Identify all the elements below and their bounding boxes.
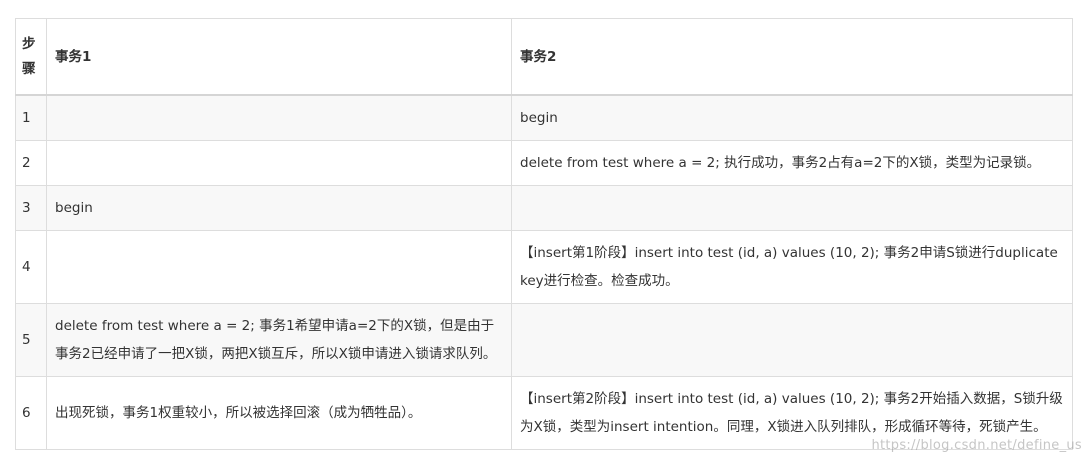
- cell-step: 5: [15, 303, 47, 377]
- cell-transaction-2: begin: [511, 94, 1073, 141]
- cell-step: 6: [15, 376, 47, 450]
- table-row: 3 begin: [15, 185, 1073, 231]
- cell-step: 2: [15, 140, 47, 186]
- cell-transaction-1: [46, 230, 512, 304]
- watermark: https://blog.csdn.net/define_us: [871, 438, 1082, 453]
- header-step: 步骤: [15, 18, 47, 96]
- table-row: 5 delete from test where a = 2; 事务1希望申请a…: [15, 303, 1073, 377]
- cell-transaction-2: [511, 185, 1073, 231]
- cell-transaction-1: 出现死锁，事务1权重较小，所以被选择回滚（成为牺牲品）。: [46, 376, 512, 450]
- table-row: 1 begin: [15, 94, 1073, 141]
- cell-transaction-1: begin: [46, 185, 512, 231]
- table-header-row: 步骤 事务1 事务2: [15, 18, 1073, 96]
- cell-transaction-1: delete from test where a = 2; 事务1希望申请a=2…: [46, 303, 512, 377]
- cell-transaction-2: [511, 303, 1073, 377]
- cell-step: 3: [15, 185, 47, 231]
- header-transaction-1: 事务1: [46, 18, 512, 96]
- table-row: 4 【insert第1阶段】insert into test (id, a) v…: [15, 230, 1073, 304]
- cell-transaction-1: [46, 140, 512, 186]
- cell-transaction-1: [46, 94, 512, 141]
- cell-step: 1: [15, 94, 47, 141]
- deadlock-steps-table: 步骤 事务1 事务2 1 begin 2 delete from test wh…: [15, 18, 1073, 450]
- cell-step: 4: [15, 230, 47, 304]
- cell-transaction-2: 【insert第1阶段】insert into test (id, a) val…: [511, 230, 1073, 304]
- table-row: 2 delete from test where a = 2; 执行成功，事务2…: [15, 140, 1073, 186]
- cell-transaction-2: delete from test where a = 2; 执行成功，事务2占有…: [511, 140, 1073, 186]
- header-transaction-2: 事务2: [511, 18, 1073, 96]
- transaction-table-container: 步骤 事务1 事务2 1 begin 2 delete from test wh…: [15, 18, 1073, 450]
